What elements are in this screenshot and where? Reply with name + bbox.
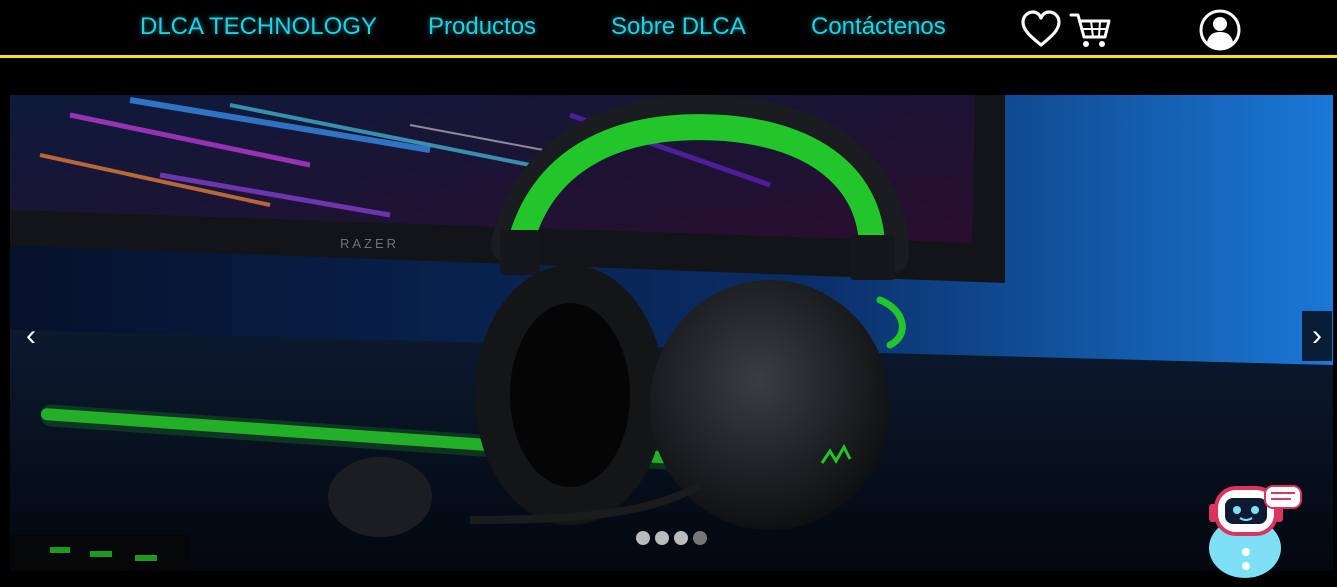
nav-link-contacto[interactable]: Contáctenos bbox=[811, 13, 946, 41]
nav-link-sobre[interactable]: Sobre DLCA bbox=[611, 13, 746, 41]
nav-link-productos[interactable]: Productos bbox=[428, 13, 536, 41]
carousel-dots bbox=[636, 531, 712, 545]
monitor-brand-text: RAZER bbox=[340, 236, 399, 251]
brand-link[interactable]: DLCA TECHNOLOGY bbox=[140, 13, 377, 41]
hero-carousel: RAZER ‹ › bbox=[10, 95, 1333, 571]
cart-icon[interactable] bbox=[1069, 11, 1113, 51]
carousel-dot-2[interactable] bbox=[655, 531, 669, 545]
carousel-next-button[interactable]: › bbox=[1302, 311, 1332, 361]
top-navbar: DLCA TECHNOLOGY Productos Sobre DLCA Con… bbox=[0, 0, 1337, 58]
carousel-prev-button[interactable]: ‹ bbox=[16, 311, 46, 361]
headset-slide-image: RAZER bbox=[10, 95, 1333, 571]
user-icon[interactable] bbox=[1199, 9, 1241, 51]
carousel-dot-4[interactable] bbox=[693, 531, 707, 545]
carousel-dot-3[interactable] bbox=[674, 531, 688, 545]
heart-icon[interactable] bbox=[1020, 9, 1062, 49]
chatbot-icon[interactable] bbox=[1203, 480, 1303, 580]
carousel-dot-1[interactable] bbox=[636, 531, 650, 545]
